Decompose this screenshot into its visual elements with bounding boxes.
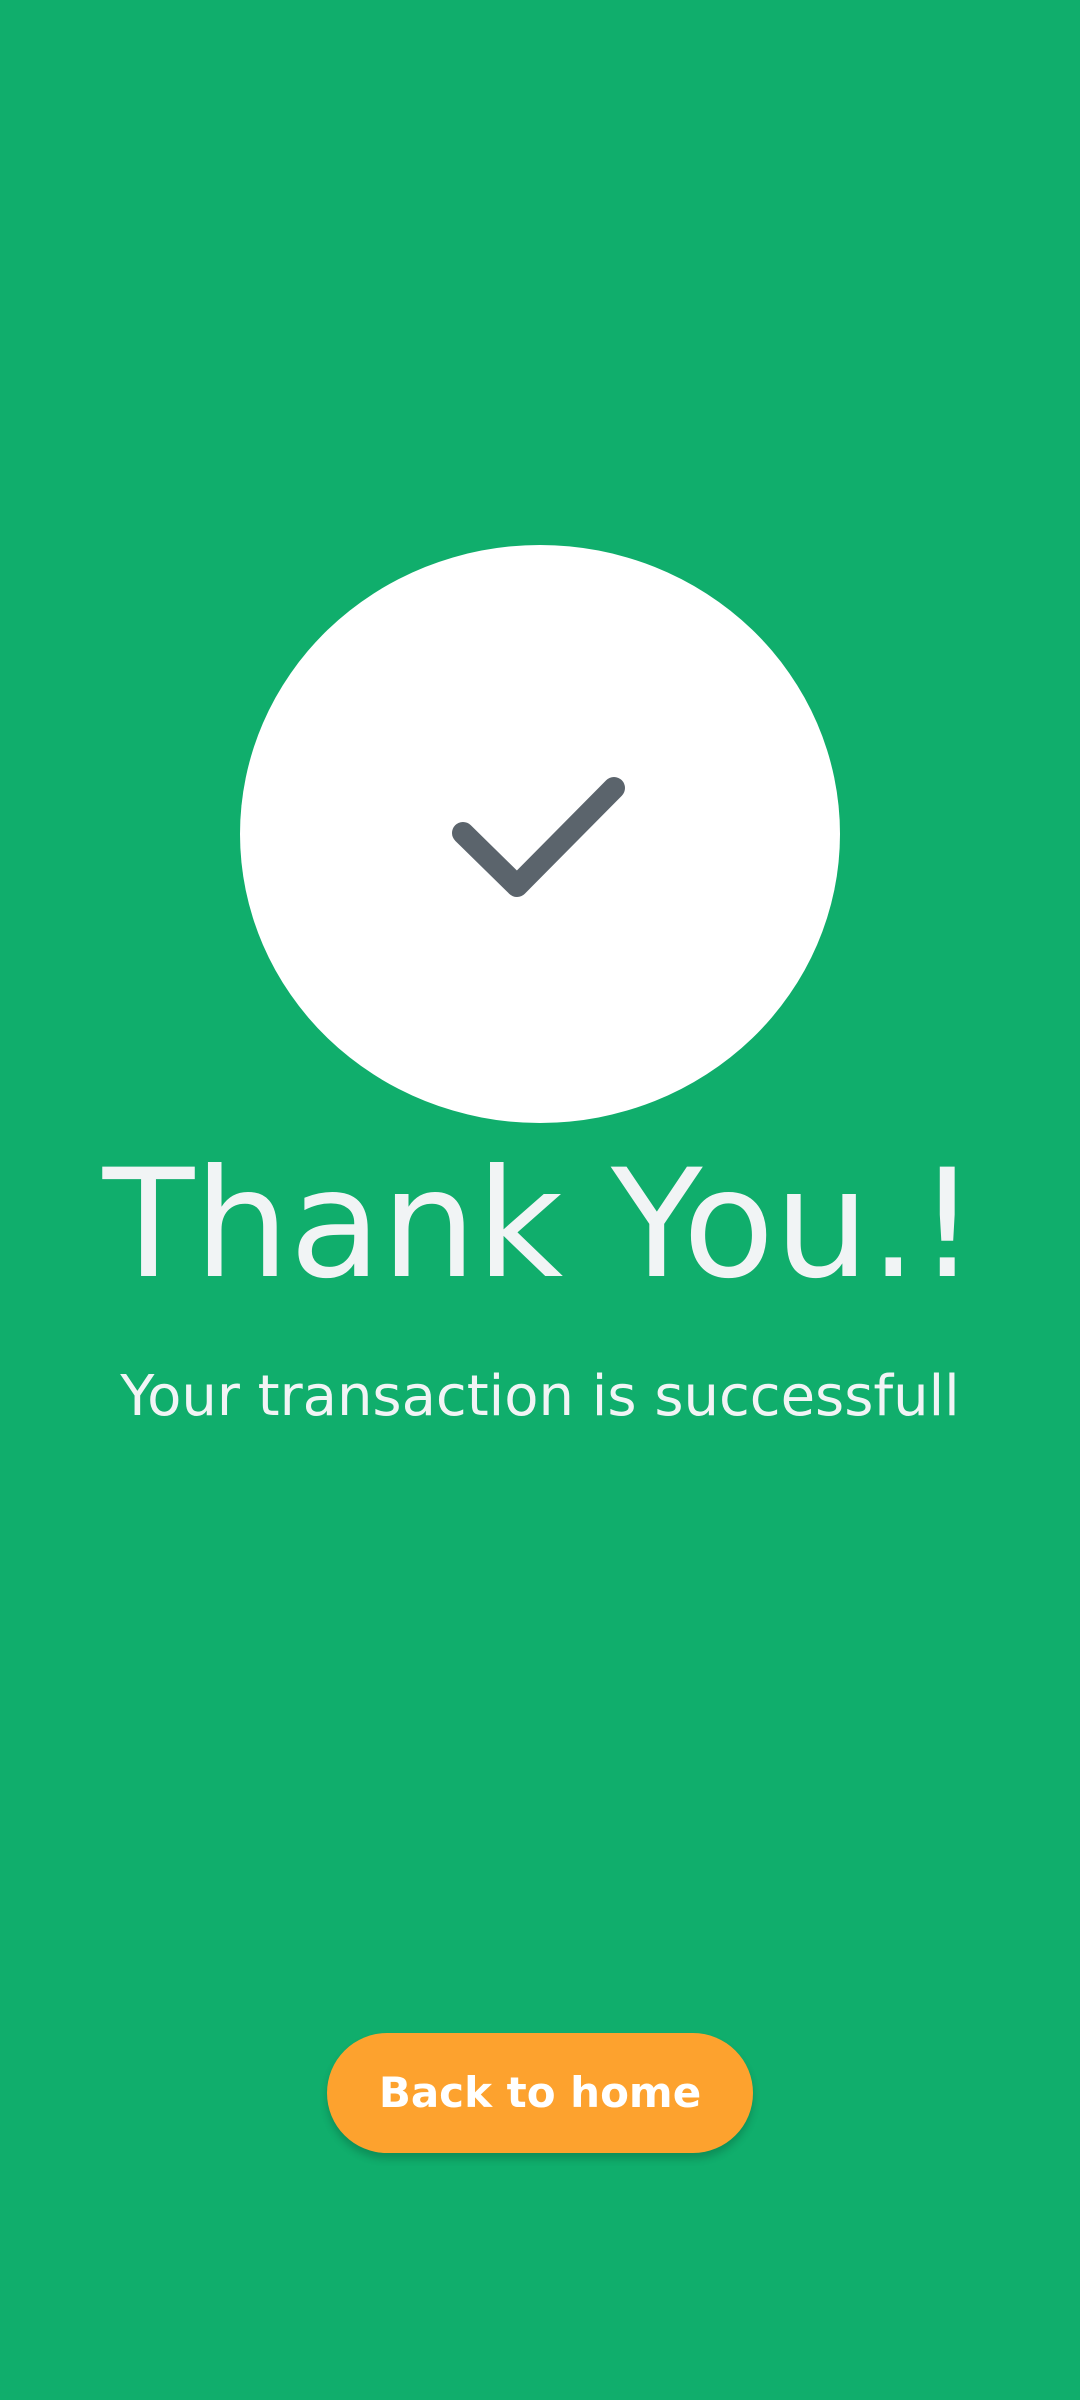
- success-screen: Thank You.! Your transaction is successf…: [0, 0, 1080, 2400]
- back-to-home-button[interactable]: Back to home: [327, 2033, 753, 2153]
- success-circle: [240, 545, 840, 1123]
- success-message: Your transaction is successfull: [120, 1364, 960, 1429]
- check-icon: [452, 777, 625, 897]
- page-title: Thank You.!: [102, 1138, 978, 1312]
